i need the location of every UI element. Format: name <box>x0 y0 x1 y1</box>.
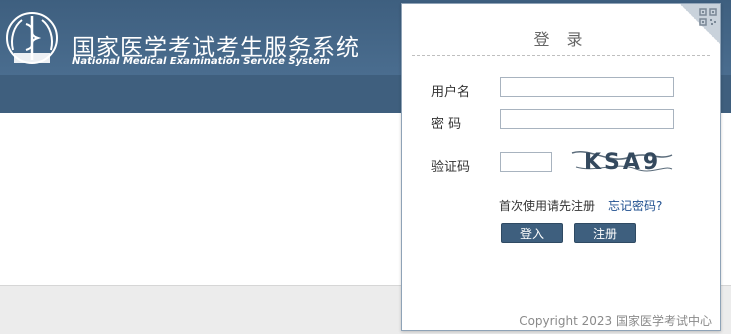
password-label: 密 码 <box>431 117 462 132</box>
forgot-password-link[interactable]: 忘记密码? <box>608 197 662 214</box>
captcha-label: 验证码 <box>431 160 471 175</box>
login-title: 登 录 <box>533 30 589 49</box>
captcha-image[interactable]: KSA9 <box>570 143 674 177</box>
register-button[interactable]: 注册 <box>574 223 636 243</box>
password-input[interactable] <box>500 109 674 129</box>
title-divider <box>412 55 710 56</box>
site-subtitle: National Medical Examination Service Sys… <box>72 56 331 67</box>
login-panel: 登 录 用户名 密 码 验证码 KSA9 首次使用请先注册 忘记密码? 登入 注… <box>401 3 721 331</box>
username-input[interactable] <box>500 77 674 97</box>
captcha-text: KSA9 <box>584 150 661 175</box>
qr-code-icon <box>699 8 717 26</box>
medical-emblem-icon <box>6 12 58 64</box>
copyright-text: Copyright 2023 国家医学考试中心 <box>519 314 712 328</box>
captcha-input[interactable] <box>500 152 552 172</box>
login-button[interactable]: 登入 <box>501 223 563 243</box>
register-hint: 首次使用请先注册 <box>499 199 596 213</box>
username-label: 用户名 <box>431 85 471 100</box>
